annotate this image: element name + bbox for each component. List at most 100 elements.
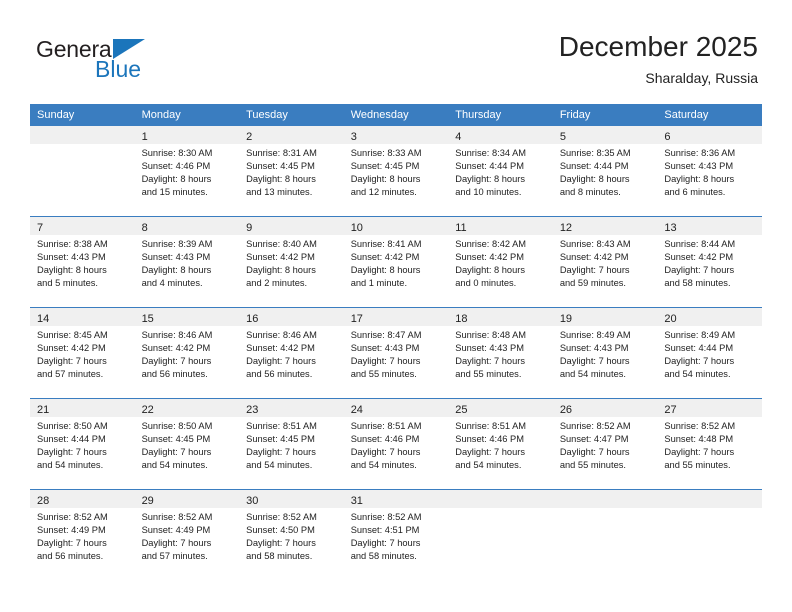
day-number: 17 [350,313,363,325]
day-cell[interactable]: 29 Sunrise: 8:52 AM Sunset: 4:49 PM Dayl… [134,489,240,580]
sunrise-text: Sunrise: 8:49 AM [559,330,631,340]
day-cell[interactable]: 3 Sunrise: 8:33 AM Sunset: 4:45 PM Dayli… [343,126,449,217]
day-cell[interactable]: 22 Sunrise: 8:50 AM Sunset: 4:45 PM Dayl… [134,398,240,490]
day-number: 19 [559,313,573,325]
title-block: December 2025 Sharalday, Russia [559,30,758,88]
sunset-text: Sunset: 4:49 PM [37,525,106,535]
daylight-text-line2: and 58 minutes. [246,551,313,561]
sunrise-text: Sunrise: 8:51 AM [246,421,317,431]
sunrise-text: Sunrise: 8:52 AM [246,512,317,522]
page-header: General Blue December 2025 Sharalday, Ru… [0,0,792,100]
daylight-text-line1: Daylight: 8 hours [350,174,421,184]
daylight-text-line1: Daylight: 7 hours [246,538,316,548]
sunrise-text: Sunrise: 8:36 AM [664,148,736,158]
day-number: 8 [141,222,148,234]
page-subtitle-location: Sharalday, Russia [645,70,758,86]
sunrise-text: Sunrise: 8:33 AM [350,148,422,158]
day-cell[interactable]: 16 Sunrise: 8:46 AM Sunset: 4:42 PM Dayl… [239,307,344,399]
daylight-text-line1: Daylight: 8 hours [350,265,421,275]
sunset-text: Sunset: 4:45 PM [141,434,211,444]
day-number: 5 [559,131,566,143]
sunset-text: Sunset: 4:46 PM [141,161,211,171]
day-cell[interactable]: 9 Sunrise: 8:40 AM Sunset: 4:42 PM Dayli… [239,216,344,308]
day-number: 7 [37,222,44,234]
sunrise-text: Sunrise: 8:34 AM [455,148,527,158]
day-cell[interactable]: 30 Sunrise: 8:52 AM Sunset: 4:50 PM Dayl… [239,489,344,580]
sunrise-text: Sunrise: 8:51 AM [350,421,422,431]
day-number: 15 [141,313,154,325]
day-number: 2 [246,131,253,143]
day-cell[interactable]: 2 Sunrise: 8:31 AM Sunset: 4:45 PM Dayli… [239,126,344,217]
sunset-text: Sunset: 4:43 PM [559,343,629,353]
daylight-text-line1: Daylight: 7 hours [350,538,421,548]
sunset-text: Sunset: 4:51 PM [350,525,420,535]
daylight-text-line1: Daylight: 7 hours [246,447,316,457]
day-cell[interactable]: 5 Sunrise: 8:35 AM Sunset: 4:44 PM Dayli… [552,126,658,217]
daylight-text-line1: Daylight: 8 hours [559,174,630,184]
day-cell[interactable]: 15 Sunrise: 8:46 AM Sunset: 4:42 PM Dayl… [134,307,240,399]
daylight-text-line2: and 54 minutes. [664,369,731,379]
day-cell[interactable]: 14 Sunrise: 8:45 AM Sunset: 4:42 PM Dayl… [30,307,135,399]
daylight-text-line2: and 54 minutes. [37,460,104,470]
sunrise-text: Sunrise: 8:47 AM [350,330,422,340]
day-cell[interactable]: 11 Sunrise: 8:42 AM Sunset: 4:42 PM Dayl… [448,216,553,308]
day-cell[interactable]: 23 Sunrise: 8:51 AM Sunset: 4:45 PM Dayl… [239,398,344,490]
weekday-header-monday: Monday [134,104,240,126]
day-number: 4 [455,131,462,143]
day-number: 30 [246,495,259,507]
day-cell[interactable]: 26 Sunrise: 8:52 AM Sunset: 4:47 PM Dayl… [552,398,658,490]
day-cell[interactable]: 4 Sunrise: 8:34 AM Sunset: 4:44 PM Dayli… [448,126,553,217]
day-cell[interactable]: 27 Sunrise: 8:52 AM Sunset: 4:48 PM Dayl… [657,398,762,490]
daylight-text-line2: and 56 minutes. [141,369,208,379]
sunset-text: Sunset: 4:46 PM [455,434,524,444]
day-cell[interactable]: 7 Sunrise: 8:38 AM Sunset: 4:43 PM Dayli… [30,216,135,308]
sunrise-text: Sunrise: 8:43 AM [559,239,631,249]
day-cell[interactable]: 31 Sunrise: 8:52 AM Sunset: 4:51 PM Dayl… [343,489,449,580]
daylight-text-line2: and 55 minutes. [664,460,731,470]
weekday-header-thursday: Thursday [448,104,553,126]
daylight-text-line1: Daylight: 7 hours [455,447,526,457]
day-cell[interactable]: 21 Sunrise: 8:50 AM Sunset: 4:44 PM Dayl… [30,398,135,490]
day-cell[interactable]: 19 Sunrise: 8:49 AM Sunset: 4:43 PM Dayl… [552,307,658,399]
day-cell-empty [657,489,762,580]
sunset-text: Sunset: 4:46 PM [350,434,420,444]
day-cell[interactable] [30,126,135,217]
brand-name-blue: Blue [95,56,142,82]
day-cell[interactable]: 12 Sunrise: 8:43 AM Sunset: 4:42 PM Dayl… [552,216,658,308]
sunrise-text: Sunrise: 8:46 AM [246,330,317,340]
day-cell[interactable]: 24 Sunrise: 8:51 AM Sunset: 4:46 PM Dayl… [343,398,449,490]
day-cell[interactable]: 13 Sunrise: 8:44 AM Sunset: 4:42 PM Dayl… [657,216,762,308]
day-number: 16 [246,313,259,325]
sunset-text: Sunset: 4:42 PM [37,343,106,353]
day-cell[interactable]: 1 Sunrise: 8:30 AM Sunset: 4:46 PM Dayli… [134,126,240,217]
sunrise-text: Sunrise: 8:41 AM [350,239,422,249]
day-cell[interactable]: 28 Sunrise: 8:52 AM Sunset: 4:49 PM Dayl… [30,489,135,580]
daylight-text-line2: and 56 minutes. [246,369,313,379]
daylight-text-line2: and 54 minutes. [455,460,522,470]
day-cell[interactable]: 20 Sunrise: 8:49 AM Sunset: 4:44 PM Dayl… [657,307,762,399]
day-cell[interactable]: 8 Sunrise: 8:39 AM Sunset: 4:43 PM Dayli… [134,216,240,308]
daylight-text-line2: and 15 minutes. [141,187,208,197]
sunrise-text: Sunrise: 8:50 AM [37,421,108,431]
sunset-text: Sunset: 4:50 PM [246,525,315,535]
day-cell[interactable]: 10 Sunrise: 8:41 AM Sunset: 4:42 PM Dayl… [343,216,449,308]
day-number: 6 [664,131,671,143]
daylight-text-line2: and 55 minutes. [350,369,417,379]
sunrise-text: Sunrise: 8:52 AM [664,421,736,431]
day-cell[interactable]: 6 Sunrise: 8:36 AM Sunset: 4:43 PM Dayli… [657,126,762,217]
daylight-text-line1: Daylight: 8 hours [246,265,316,275]
sunrise-text: Sunrise: 8:48 AM [455,330,527,340]
daylight-text-line1: Daylight: 8 hours [246,174,316,184]
sunrise-text: Sunrise: 8:52 AM [350,512,422,522]
daylight-text-line2: and 55 minutes. [559,460,626,470]
sunset-text: Sunset: 4:44 PM [37,434,106,444]
day-cell[interactable]: 18 Sunrise: 8:48 AM Sunset: 4:43 PM Dayl… [448,307,553,399]
day-cell[interactable]: 17 Sunrise: 8:47 AM Sunset: 4:43 PM Dayl… [343,307,449,399]
day-number: 22 [141,404,154,416]
day-number: 3 [350,131,357,143]
day-cell[interactable]: 25 Sunrise: 8:51 AM Sunset: 4:46 PM Dayl… [448,398,553,490]
daylight-text-line1: Daylight: 7 hours [455,356,526,366]
daylight-text-line1: Daylight: 8 hours [664,174,735,184]
daylight-text-line2: and 57 minutes. [141,551,208,561]
day-number: 26 [559,404,573,416]
